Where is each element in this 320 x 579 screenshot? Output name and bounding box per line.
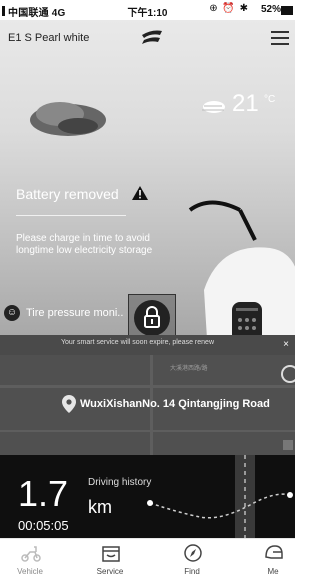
refresh-location-icon[interactable] [281,365,295,383]
lock-button[interactable] [128,294,176,335]
route-map-thumbnail [147,455,293,538]
status-divider [16,215,126,216]
location-map[interactable]: 大溪港西路/路 WuxiXishanNo. 14 Qintangjing Roa… [0,355,295,455]
battery-icon [281,6,293,15]
menu-icon[interactable] [271,30,289,46]
tab-vehicle[interactable]: Vehicle [0,539,60,579]
vehicle-model-name[interactable]: E1 S Pearl white [8,32,89,44]
lock-icon [144,306,160,328]
service-expiry-text: Your smart service will soon expire, ple… [60,339,215,346]
tire-pressure-label: Tire pressure moni.. [26,307,124,319]
tab-service[interactable]: Service [80,539,140,579]
tab-find-label: Find [184,567,200,576]
driving-history-card[interactable]: 1.7 Driving history km 00:05:05 [0,455,295,538]
map-control-icon[interactable] [283,440,293,450]
compass-icon [184,544,202,562]
status-bar: 中国联通 4G 下午1:10 ⊕ ⏰ ✱ 52% [0,0,295,20]
battery-status-text: Battery removed [16,186,119,202]
tab-find[interactable]: Find [162,539,222,579]
warning-icon[interactable] [132,186,148,200]
service-expiry-banner[interactable]: Your smart service will soon expire, ple… [0,335,295,355]
tab-vehicle-label: Vehicle [17,567,43,576]
tab-me-label: Me [267,567,279,576]
status-icons: ⊕ ⏰ ✱ [209,3,249,14]
map-road [0,430,295,432]
weather-cloud-icon [202,101,225,113]
brand-logo-icon [142,30,162,44]
location-address: WuxiXishanNo. 14 Qintangjing Road [80,398,270,410]
close-icon[interactable]: × [283,339,289,350]
battery-hint-text: Please charge in time to avoid longtime … [16,233,153,256]
smiley-icon: ☺ [4,305,20,321]
driving-duration: 00:05:05 [18,518,69,533]
scooter-image [188,200,295,335]
tab-me[interactable]: Me [243,539,295,579]
map-street-label: 大溪港西路/路 [170,366,208,372]
distance-unit: km [88,497,112,517]
map-road [0,385,295,388]
bottom-tab-bar: Vehicle Service Find Me [0,538,295,579]
location-pin-icon [62,395,76,413]
lock-circle [134,300,170,335]
cloud-illustration [30,102,106,136]
clock: 下午1:10 [127,8,168,19]
scooter-icon [21,546,41,562]
vehicle-hero: E1 S Pearl white 21 °C Battery removed P… [0,20,295,335]
temperature-unit: °C [264,94,276,105]
tab-service-label: Service [96,567,124,576]
helmet-icon [265,545,283,559]
temperature-value: 21 [232,90,259,117]
shop-icon [102,546,120,562]
app-root: 中国联通 4G 下午1:10 ⊕ ⏰ ✱ 52% E1 S Pearl whit… [0,0,295,579]
distance-value: 1.7 [18,473,69,514]
battery-percent: 52% [260,4,281,15]
